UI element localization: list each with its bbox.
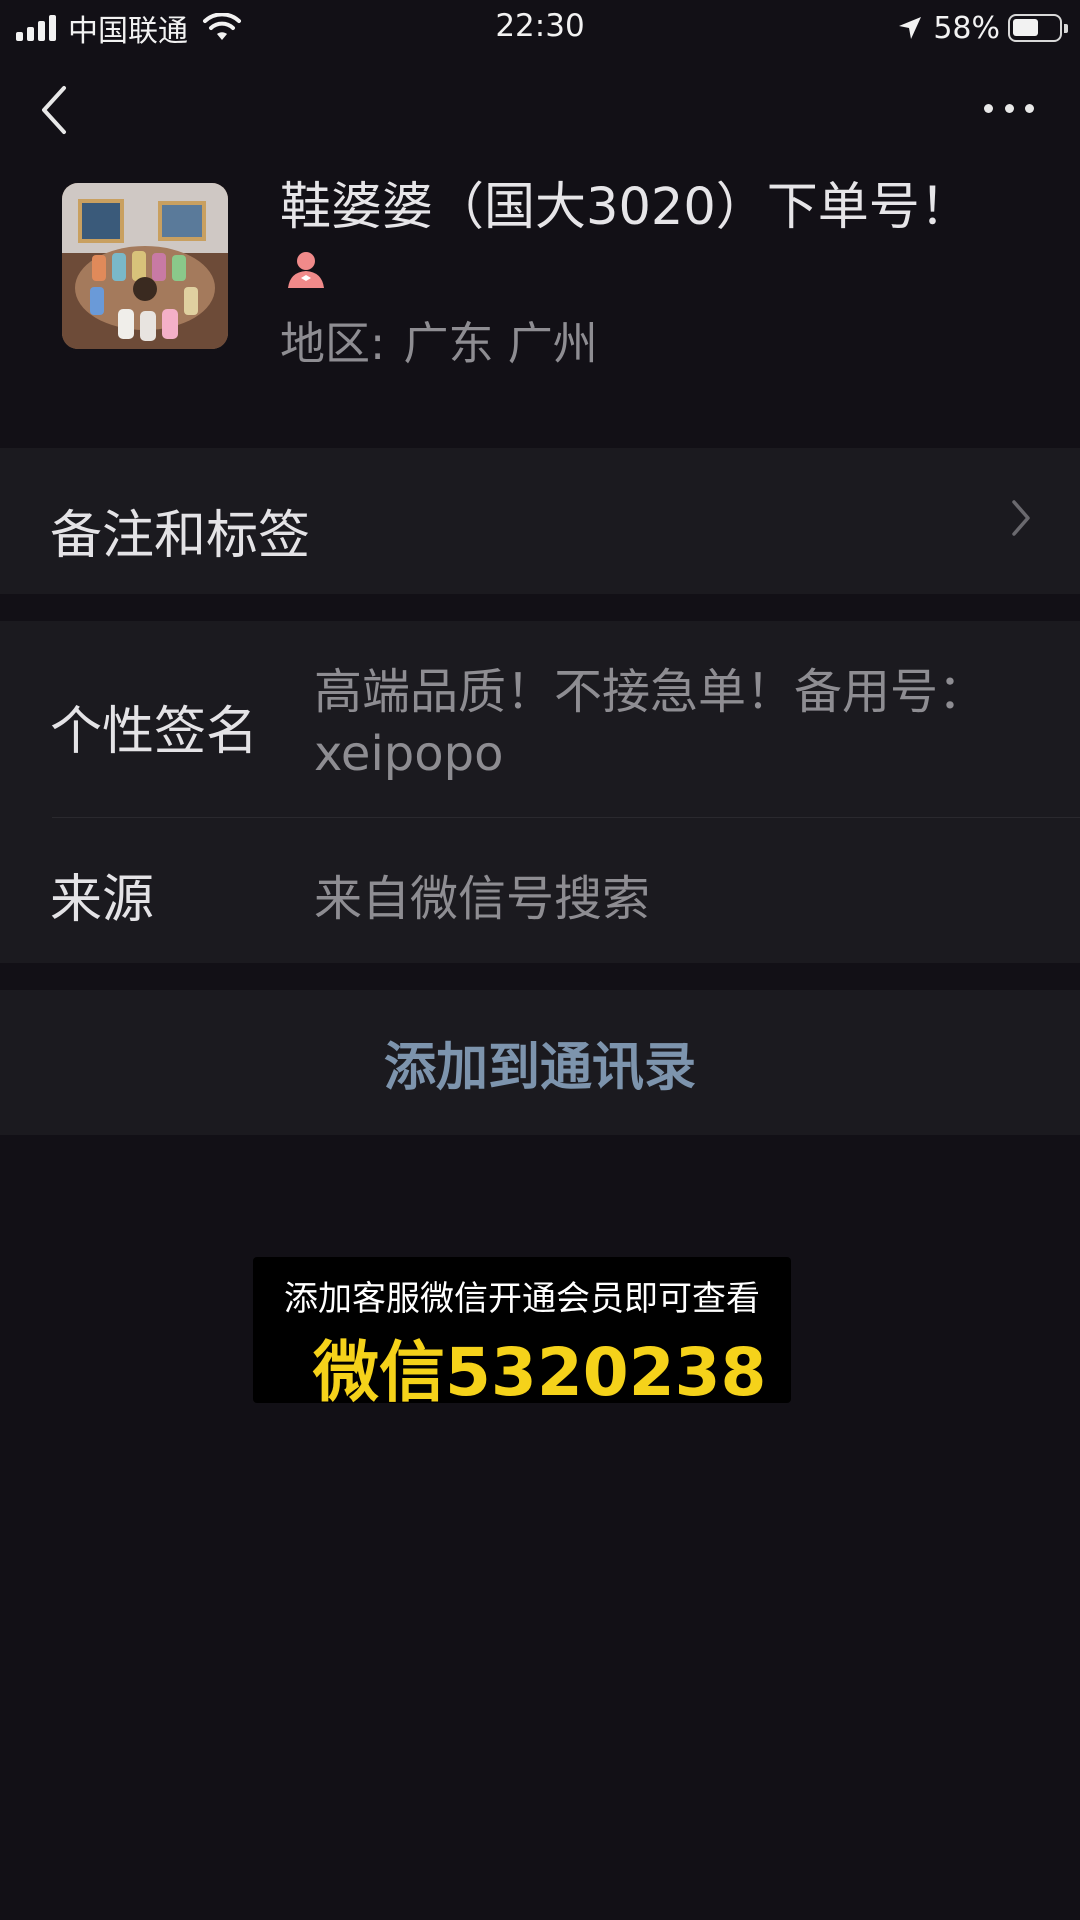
add-to-contacts-button[interactable]: 添加到通讯录 — [0, 990, 1080, 1135]
more-button[interactable] — [984, 96, 1034, 120]
remarks-tags-label: 备注和标签 — [50, 506, 311, 566]
promo-banner: 添加客服微信开通会员即可查看 微信5320238 — [253, 1257, 791, 1411]
signature-label: 个性签名 — [50, 702, 259, 762]
add-contact-group: 添加到通讯录 — [0, 990, 1080, 1135]
avatar-photo — [62, 183, 228, 349]
avatar[interactable] — [62, 183, 228, 349]
info-group: 个性签名 高端品质！不接急单！备用号：xeipopo 来源 来自微信号搜索 — [0, 621, 1080, 963]
promo-text: 添加客服微信开通会员即可查看 — [284, 1279, 760, 1319]
battery-icon — [1008, 14, 1068, 42]
source-value: 来自微信号搜索 — [314, 871, 651, 927]
battery-percent: 58% — [933, 10, 1000, 46]
region-label: 地区: — [280, 317, 386, 370]
status-right: 58% — [897, 8, 1068, 48]
promo-wechat-id: 微信5320238 — [313, 1334, 767, 1411]
back-button[interactable] — [36, 82, 76, 138]
more-dots-icon — [984, 103, 993, 113]
region-info: 地区: 广东 广州 — [280, 307, 598, 372]
region-value: 广东 广州 — [403, 317, 598, 370]
chevron-right-icon — [1012, 500, 1030, 536]
battery-level-fill — [1013, 19, 1038, 36]
remarks-tags-row[interactable]: 备注和标签 — [0, 448, 1080, 594]
profile-page: 中国联通 22:30 58% 鞋婆婆（国大3020）下单号！ 地区: 广东 广州… — [0, 0, 1080, 1920]
female-icon — [288, 252, 324, 288]
status-bar: 中国联通 22:30 58% — [0, 0, 1080, 54]
signature-value: 高端品质！不接急单！备用号：xeipopo — [314, 664, 987, 782]
row-divider — [52, 817, 1080, 818]
source-label: 来源 — [50, 870, 155, 930]
location-arrow-icon — [899, 17, 922, 39]
profile-name: 鞋婆婆（国大3020）下单号！ — [280, 178, 971, 237]
